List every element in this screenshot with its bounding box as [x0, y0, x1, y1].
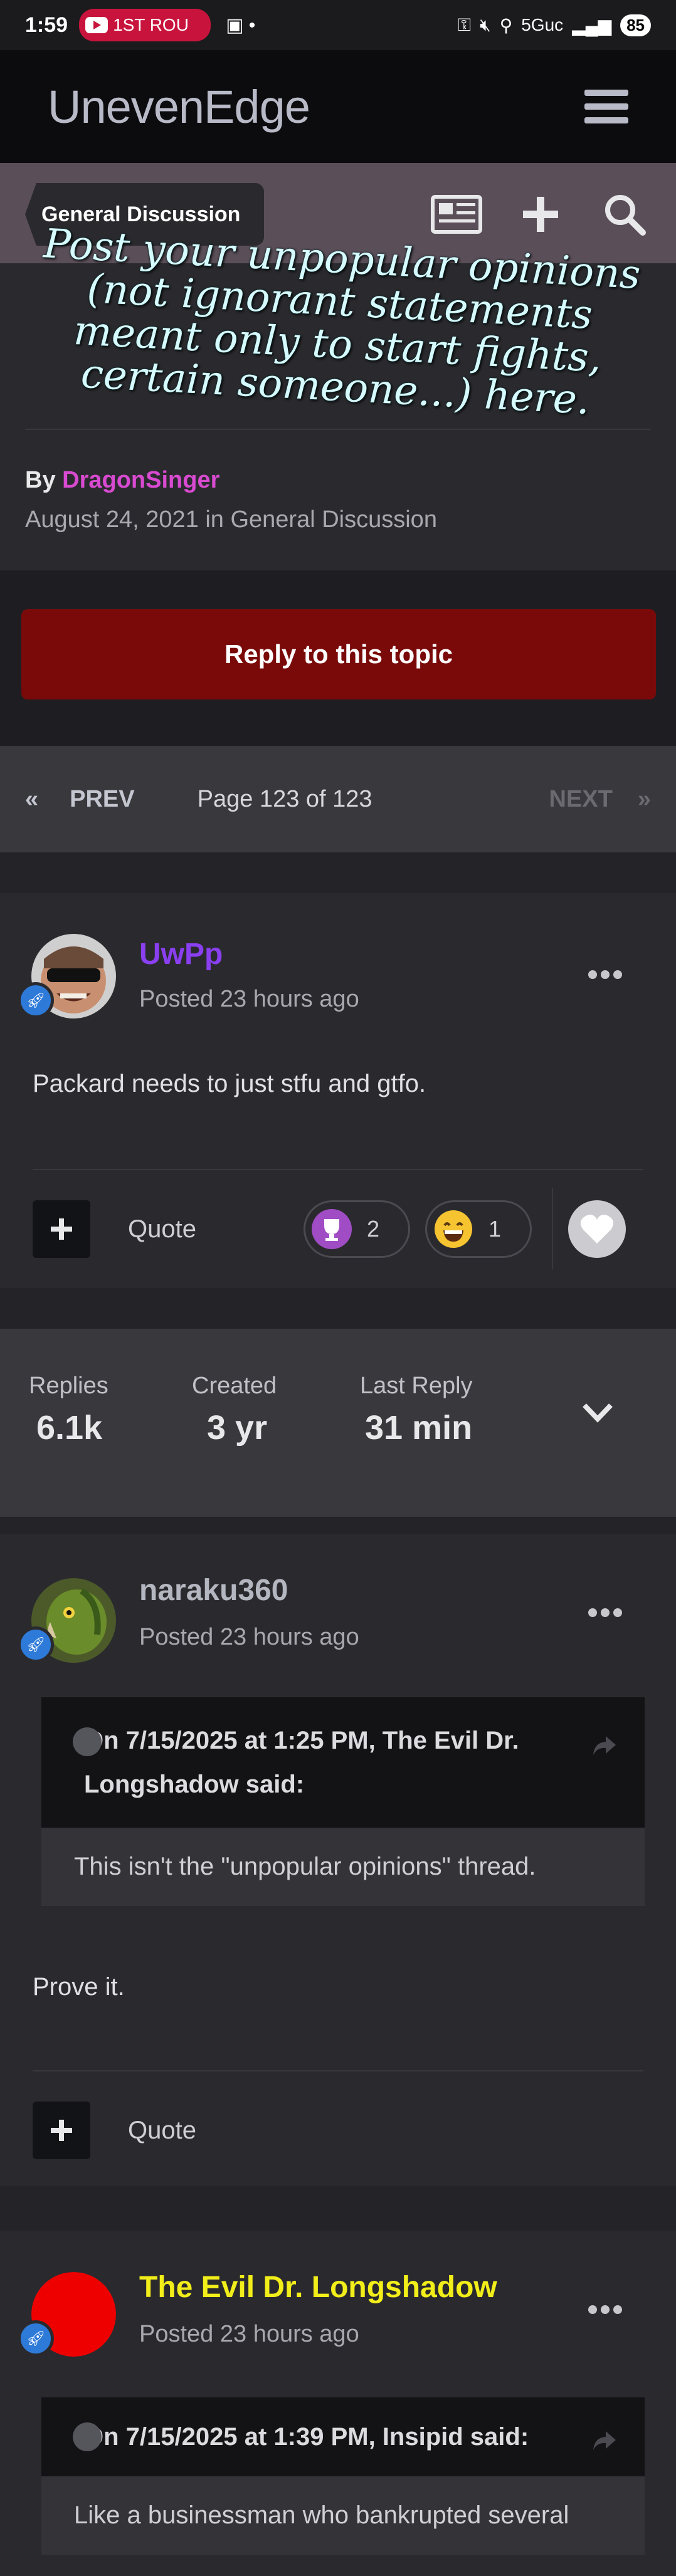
post-body: Packard needs to just stfu and gtfo. [33, 1070, 426, 1097]
post-timestamp[interactable]: Posted 23 hours ago [139, 2321, 359, 2348]
notification-text: 1ST ROU [113, 15, 189, 34]
created-label: Created [192, 1373, 277, 1399]
next-page-button: NEXT » [549, 786, 652, 813]
rocket-badge-icon: 🚀︎ [18, 2320, 54, 2357]
topic-stats: Replies 6.1k Created 3 yr Last Reply 31 … [0, 1329, 676, 1517]
avatar[interactable]: 🚀︎ [18, 1578, 116, 1663]
next-label: NEXT [549, 785, 613, 812]
signal-icon: ▂▄▆ [572, 15, 612, 35]
site-title[interactable]: UnevenEdge [48, 80, 310, 134]
create-icon[interactable] [514, 188, 567, 241]
laugh-emoji-icon [435, 1210, 472, 1248]
created-value: 3 yr [207, 1409, 268, 1447]
laugh-reaction[interactable]: 1 [425, 1200, 532, 1258]
topic-author-link[interactable]: DragonSinger [62, 467, 219, 493]
post-author[interactable]: The Evil Dr. Longshadow [139, 2270, 497, 2305]
last-reply-value: 31 min [365, 1409, 473, 1447]
post-body: Prove it. [33, 1973, 125, 2001]
reply-to-topic-button[interactable]: Reply to this topic [21, 609, 656, 699]
network-label: 5Guc [521, 15, 564, 34]
topic-byline: By DragonSinger [25, 467, 219, 494]
avatar[interactable]: 🚀︎ [18, 934, 116, 1018]
chevron-down-icon[interactable] [582, 1403, 613, 1426]
avatar[interactable]: 🚀︎ [18, 2272, 116, 2357]
screenshot-icon: ▣ • [226, 14, 256, 36]
post: 🚀︎ naraku360 Posted 23 hours ago On 7/15… [0, 1534, 676, 2186]
topic-header: By DragonSinger August 24, 2021 in Gener… [0, 221, 676, 570]
battery-level: 85 [620, 14, 651, 36]
topic-date: August 24, 2021 in General Discussion [25, 506, 437, 533]
more-options-icon[interactable] [588, 2305, 622, 2314]
quote-block: On 7/15/2025 at 1:25 PM, The Evil Dr. Lo… [41, 1697, 645, 1906]
rocket-badge-icon: 🚀︎ [18, 982, 54, 1018]
trophy-icon [312, 1209, 352, 1249]
post-author[interactable]: naraku360 [139, 1573, 288, 1608]
youtube-icon [85, 17, 108, 33]
divider [25, 429, 651, 430]
status-bar: 1:59 1ST ROU ▣ • ⚿ 🔇︎ ⚲ 5Guc ▂▄▆ 85 [0, 0, 676, 50]
vpn-key-icon: ⚿ [457, 14, 472, 34]
trophy-count: 2 [367, 1216, 380, 1242]
replies-label: Replies [29, 1373, 108, 1399]
search-icon[interactable] [598, 188, 651, 241]
prev-label: PREV [70, 785, 135, 812]
quote-button[interactable]: Quote [128, 2117, 196, 2145]
quote-button[interactable]: Quote [128, 1215, 196, 1243]
youtube-notification-pill: 1ST ROU [79, 9, 211, 41]
rocket-badge-icon: 🚀︎ [18, 1626, 54, 1663]
share-arrow-icon[interactable] [592, 2421, 617, 2465]
post-timestamp[interactable]: Posted 23 hours ago [139, 986, 359, 1013]
divider [33, 2070, 643, 2071]
quote-text: Like a businessman who bankrupted severa… [74, 2501, 569, 2529]
more-options-icon[interactable] [588, 970, 622, 979]
page-info[interactable]: Page 123 of 123 [198, 786, 372, 813]
post-author[interactable]: UwPp [139, 937, 223, 971]
activity-feed-icon[interactable] [430, 188, 483, 241]
reply-section: Reply to this topic [0, 570, 676, 746]
stat-replies: Replies 6.1k [29, 1373, 108, 1447]
by-label: By [25, 467, 56, 493]
status-time: 1:59 [25, 13, 68, 37]
quote-block: On 7/15/2025 at 1:39 PM, Insipid said: L… [41, 2397, 645, 2555]
more-options-icon[interactable] [588, 1608, 622, 1617]
replies-value: 6.1k [36, 1409, 103, 1447]
last-reply-label: Last Reply [360, 1373, 473, 1399]
post: 🚀︎ The Evil Dr. Longshadow Posted 23 hou… [0, 2231, 676, 2576]
divider [33, 1169, 643, 1170]
quote-attribution[interactable]: On 7/15/2025 at 1:39 PM, Insipid said: [74, 2415, 576, 2459]
quote-header: On 7/15/2025 at 1:25 PM, The Evil Dr. Lo… [41, 1697, 645, 1828]
divider [552, 1188, 553, 1269]
stat-last-reply: Last Reply 31 min [360, 1373, 473, 1447]
quote-attribution[interactable]: On 7/15/2025 at 1:25 PM, The Evil Dr. Lo… [74, 1719, 576, 1806]
double-chevron-left-icon: « [25, 785, 39, 812]
trophy-reaction[interactable]: 2 [304, 1200, 410, 1258]
pagination: « PREV Page 123 of 123 NEXT » [0, 746, 676, 852]
collapse-chevron-icon[interactable] [73, 2422, 102, 2451]
quote-text: This isn't the "unpopular opinions" thre… [74, 1853, 536, 1880]
topic-title: Post your unpopular opinions (not ignora… [42, 221, 642, 424]
quote-header: On 7/15/2025 at 1:39 PM, Insipid said: [41, 2397, 645, 2476]
post: 🚀︎ UwPp Posted 23 hours ago Packard need… [0, 893, 676, 1288]
post-timestamp[interactable]: Posted 23 hours ago [139, 1624, 359, 1651]
like-heart-button[interactable] [568, 1200, 626, 1258]
stat-created: Created 3 yr [192, 1373, 277, 1447]
prev-page-button[interactable]: « PREV [25, 786, 135, 813]
mute-icon: 🔇︎ [480, 14, 491, 34]
multiquote-plus-button[interactable] [33, 1200, 90, 1258]
collapse-chevron-icon[interactable] [73, 1727, 102, 1756]
multiquote-plus-button[interactable] [33, 2102, 90, 2159]
double-chevron-right-icon: » [637, 785, 651, 812]
laugh-count: 1 [489, 1216, 502, 1242]
site-header: UnevenEdge [0, 50, 676, 163]
menu-icon[interactable] [584, 90, 628, 123]
location-icon: ⚲ [499, 15, 513, 35]
share-arrow-icon[interactable] [592, 1726, 617, 1770]
status-indicators: ⚿ 🔇︎ ⚲ 5Guc ▂▄▆ 85 [458, 14, 651, 36]
